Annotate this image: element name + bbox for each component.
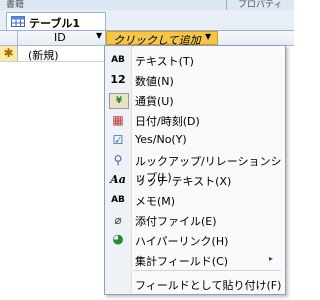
hyperlink-icon: ◕ bbox=[112, 232, 124, 247]
menu-item-label: ハイパーリンク(H) bbox=[135, 235, 229, 248]
top-strip-divider bbox=[226, 0, 227, 10]
menu-item-lookup[interactable]: ⚲ ルックアップ/リレーションシップ(L) bbox=[105, 150, 285, 184]
chevron-right-icon: ▸ bbox=[269, 254, 274, 263]
menu-item-label: 添付ファイル(E) bbox=[135, 215, 217, 228]
menu-item-attachment[interactable]: ⌀ 添付ファイル(E) bbox=[105, 210, 285, 230]
menu-item-label: テキスト(T) bbox=[135, 55, 194, 68]
tab-title: テーブル1 bbox=[29, 17, 80, 30]
menu-item-label: 通貨(U) bbox=[135, 95, 174, 108]
field-type-menu: AB テキスト(T) 12 数値(N) ¥ 通貨(U) ▦ 日付/時刻(D) ☑… bbox=[104, 45, 286, 295]
chevron-down-icon[interactable]: ▼ bbox=[205, 32, 211, 41]
table-icon bbox=[11, 16, 25, 27]
menu-item-label: 数値(N) bbox=[135, 75, 174, 88]
menu-divider bbox=[133, 270, 281, 271]
id-column-header[interactable]: ID ▼ bbox=[18, 31, 106, 45]
tab-table1[interactable]: テーブル1 bbox=[6, 12, 106, 30]
menu-item-calculated-field[interactable]: 集計フィールド(C) ▸ bbox=[105, 250, 285, 270]
new-record-row[interactable]: ✱ (新規) bbox=[0, 46, 107, 62]
menu-item-paste-as-field[interactable]: フィールドとして貼り付け(F) bbox=[105, 274, 285, 294]
new-record-icon: ✱ bbox=[0, 46, 18, 61]
new-record-value: (新規) bbox=[28, 49, 59, 62]
menu-item-currency[interactable]: ¥ 通貨(U) bbox=[105, 90, 285, 110]
date-time-icon: ▦ bbox=[112, 113, 124, 127]
menu-item-number[interactable]: 12 数値(N) bbox=[105, 70, 285, 90]
menu-item-memo[interactable]: AB メモ(M) bbox=[105, 190, 285, 210]
tab-bar: テーブル1 bbox=[0, 10, 294, 31]
select-all-cell[interactable] bbox=[0, 31, 18, 45]
menu-item-label: 集計フィールド(C) bbox=[135, 255, 229, 268]
menu-item-date-time[interactable]: ▦ 日付/時刻(D) bbox=[105, 110, 285, 130]
currency-icon: ¥ bbox=[109, 93, 129, 109]
lookup-icon: ⚲ bbox=[113, 153, 123, 167]
chevron-down-icon[interactable]: ▼ bbox=[96, 31, 102, 40]
top-strip-left-label: 書籍 bbox=[6, 0, 25, 10]
rich-text-icon: Aa bbox=[110, 173, 126, 186]
attachment-icon: ⌀ bbox=[114, 213, 122, 227]
menu-item-rich-text[interactable]: Aa リッチ テキスト(X) bbox=[105, 170, 285, 190]
menu-item-text[interactable]: AB テキスト(T) bbox=[105, 50, 285, 70]
menu-item-yes-no[interactable]: ☑ Yes/No(Y) bbox=[105, 130, 285, 150]
id-column-label: ID bbox=[54, 31, 66, 44]
number-icon: 12 bbox=[110, 73, 126, 86]
menu-item-label: メモ(M) bbox=[135, 195, 176, 208]
menu-item-label: 日付/時刻(D) bbox=[135, 115, 200, 128]
click-to-add-header[interactable]: クリックして追加 ▼ bbox=[106, 31, 218, 47]
menu-item-label: Yes/No(Y) bbox=[135, 133, 187, 146]
yes-no-icon: ☑ bbox=[112, 133, 124, 147]
memo-icon: AB bbox=[111, 195, 125, 205]
datasheet-header-row: ID ▼ クリックして追加 ▼ bbox=[0, 31, 294, 47]
text-icon: AB bbox=[111, 55, 125, 65]
menu-item-hyperlink[interactable]: ◕ ハイパーリンク(H) bbox=[105, 230, 285, 250]
paste-as-field-icon bbox=[109, 277, 127, 291]
menu-item-label: フィールドとして貼り付け(F) bbox=[135, 279, 282, 292]
menu-item-label: リッチ テキスト(X) bbox=[135, 175, 232, 188]
top-strip-right-label: プロパティ bbox=[238, 0, 283, 10]
calculated-field-icon bbox=[109, 253, 127, 267]
